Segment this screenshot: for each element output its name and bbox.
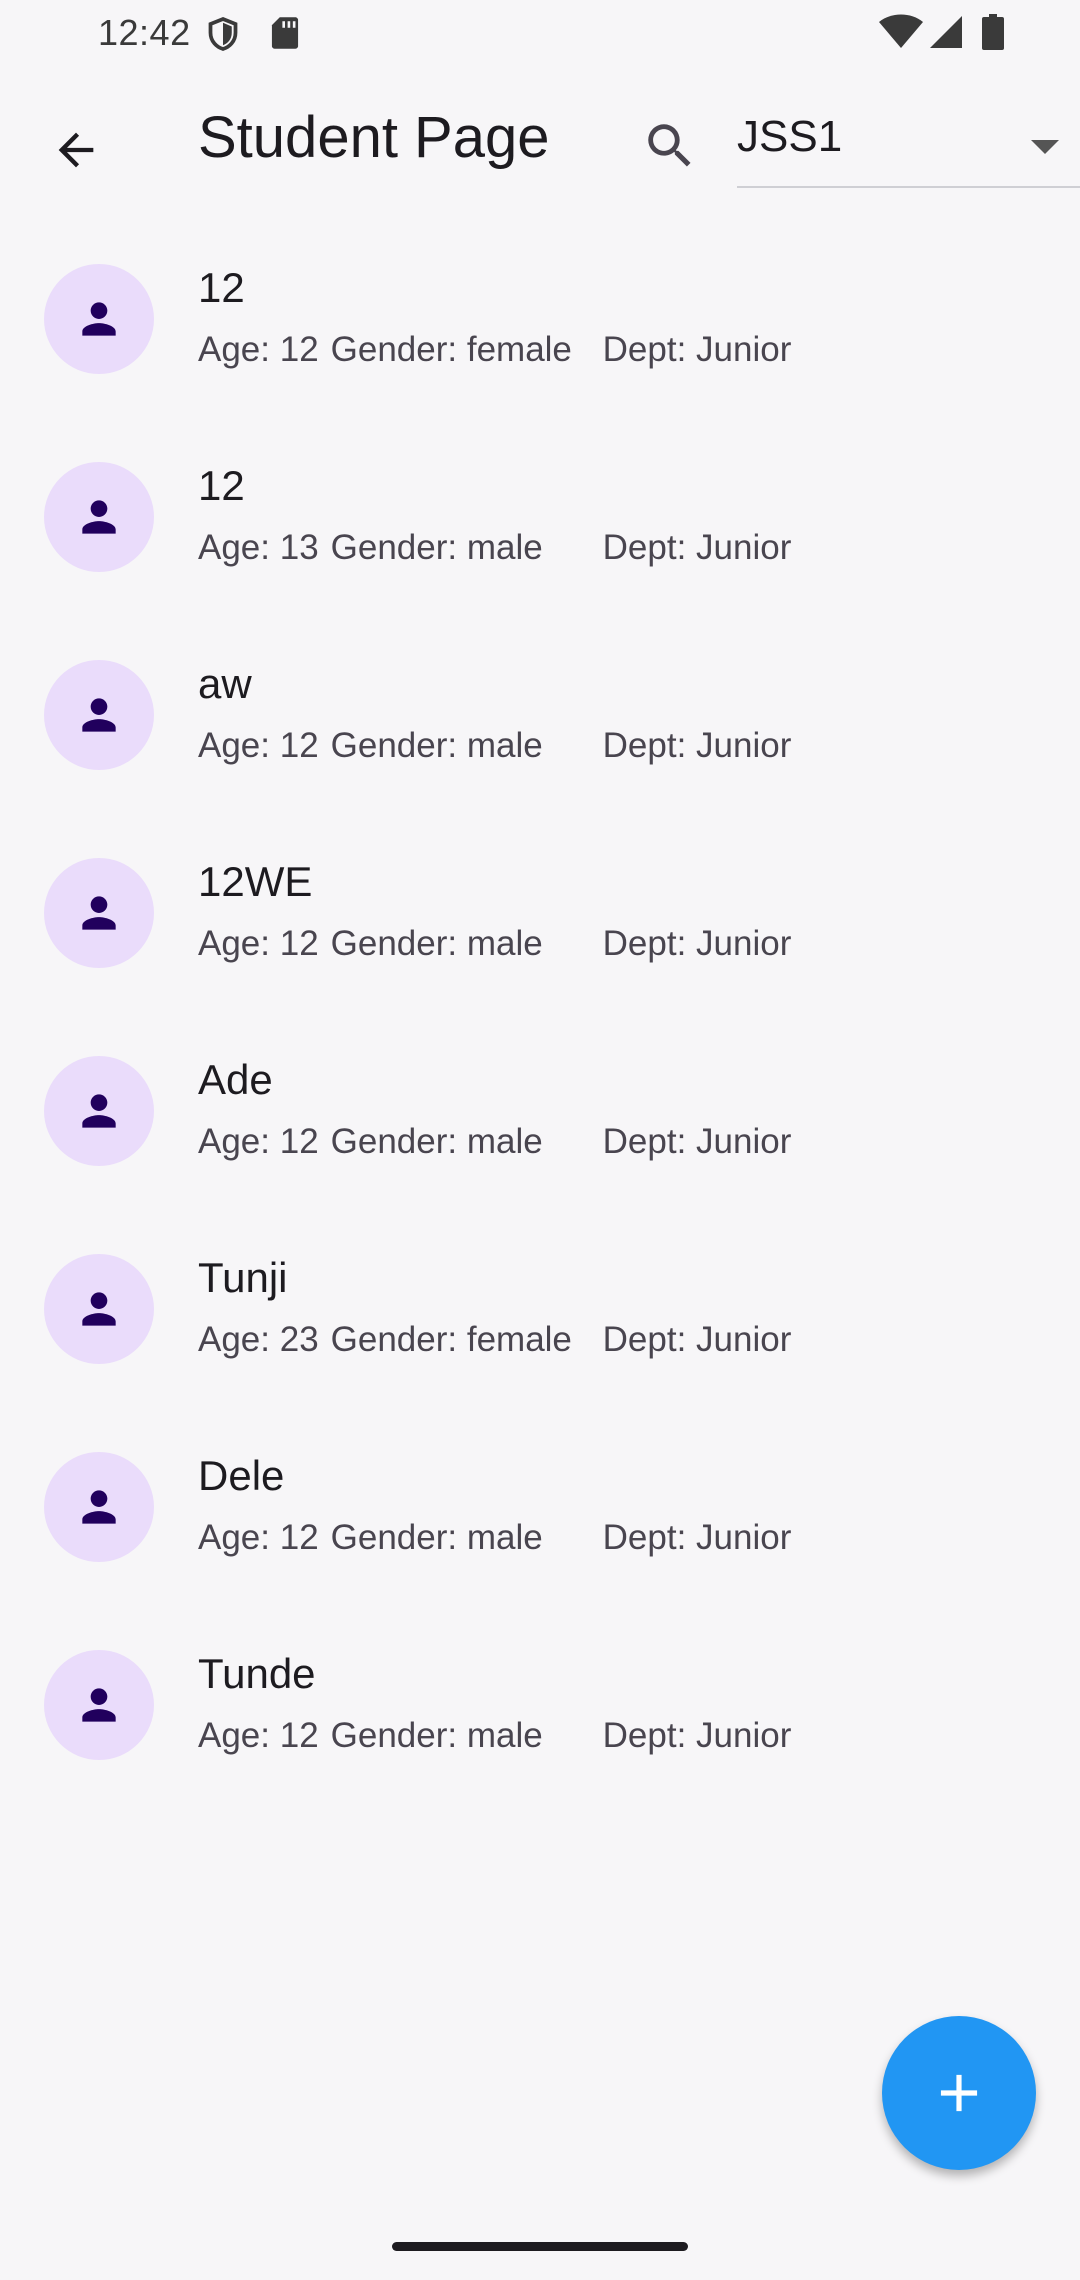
student-name: Dele <box>198 1452 285 1499</box>
person-icon <box>82 302 116 336</box>
student-dept: Dept: Junior <box>602 1122 792 1161</box>
student-age: Age: 13 <box>198 528 319 567</box>
shield-icon <box>208 16 238 51</box>
student-name: Ade <box>198 1056 273 1103</box>
student-dept: Dept: Junior <box>602 1518 792 1557</box>
student-details: Age: 12 Gender: male Dept: Junior <box>198 1122 791 1162</box>
avatar <box>44 1650 154 1760</box>
person-icon <box>82 1490 116 1524</box>
person-icon <box>82 698 116 732</box>
student-name: aw <box>198 660 252 707</box>
avatar <box>44 264 154 374</box>
student-gender: Gender: male <box>330 1716 543 1755</box>
student-gender: Gender: female <box>330 330 572 369</box>
search-icon <box>648 124 691 167</box>
student-dept: Dept: Junior <box>602 528 792 567</box>
home-indicator[interactable] <box>392 2242 688 2251</box>
student-gender: Gender: male <box>330 1518 543 1557</box>
student-gender: Gender: male <box>330 528 543 567</box>
student-dept: Dept: Junior <box>602 726 792 765</box>
student-list: 12 Age: 12 Gender: female Dept: Junior 12 … <box>0 240 1080 1824</box>
add-icon <box>940 2074 978 2112</box>
signal-icon <box>930 16 962 48</box>
student-name: 12 <box>198 462 245 509</box>
battery-icon <box>982 14 1004 50</box>
student-name: Tunde <box>198 1650 316 1697</box>
wifi-icon <box>879 14 923 48</box>
student-age: Age: 12 <box>198 330 319 369</box>
add-student-button[interactable] <box>882 2016 1036 2170</box>
student-list-item[interactable]: 12WE Age: 12 Gender: male Dept: Junior <box>0 834 1080 1032</box>
student-age: Age: 12 <box>198 1518 319 1557</box>
status-time: 12:42 <box>98 12 191 53</box>
status-bar: 12:42 <box>0 0 1080 66</box>
student-list-item[interactable]: Dele Age: 12 Gender: male Dept: Junior <box>0 1428 1080 1626</box>
student-list-item[interactable]: Ade Age: 12 Gender: male Dept: Junior <box>0 1032 1080 1230</box>
arrow-back-icon <box>58 132 94 168</box>
student-age: Age: 23 <box>198 1320 319 1359</box>
app-bar: Student Page JSS1 <box>0 66 1080 216</box>
avatar <box>44 1452 154 1562</box>
dropdown-arrow-icon <box>1031 140 1059 154</box>
student-dept: Dept: Junior <box>602 1320 792 1359</box>
student-name: 12WE <box>198 858 313 905</box>
student-list-item[interactable]: Tunde Age: 12 Gender: male Dept: Junior <box>0 1626 1080 1824</box>
student-gender: Gender: male <box>330 726 543 765</box>
person-icon <box>82 896 116 930</box>
student-age: Age: 12 <box>198 924 319 963</box>
page-title: Student Page <box>198 105 550 170</box>
student-details: Age: 12 Gender: female Dept: Junior <box>198 330 791 370</box>
class-dropdown[interactable]: JSS1 <box>737 100 1080 188</box>
student-details: Age: 12 Gender: male Dept: Junior <box>198 1518 791 1558</box>
back-button[interactable] <box>36 110 116 190</box>
student-list-item[interactable]: aw Age: 12 Gender: male Dept: Junior <box>0 636 1080 834</box>
search-button[interactable] <box>634 110 706 182</box>
student-age: Age: 12 <box>198 1716 319 1755</box>
student-details: Age: 12 Gender: male Dept: Junior <box>198 924 791 964</box>
student-dept: Dept: Junior <box>602 1716 792 1755</box>
avatar <box>44 858 154 968</box>
student-page-screen: 12:42 Student Page JSS1 12 Age: 12 Gende… <box>0 0 1080 2280</box>
student-name: 12 <box>198 264 245 311</box>
student-gender: Gender: male <box>330 1122 543 1161</box>
sd-card-icon <box>271 17 299 49</box>
student-details: Age: 23 Gender: female Dept: Junior <box>198 1320 791 1360</box>
student-list-item[interactable]: 12 Age: 12 Gender: female Dept: Junior <box>0 240 1080 438</box>
student-details: Age: 12 Gender: male Dept: Junior <box>198 1716 791 1756</box>
student-details: Age: 12 Gender: male Dept: Junior <box>198 726 791 766</box>
student-list-item[interactable]: Tunji Age: 23 Gender: female Dept: Junior <box>0 1230 1080 1428</box>
student-age: Age: 12 <box>198 1122 319 1161</box>
student-age: Age: 12 <box>198 726 319 765</box>
person-icon <box>82 1688 116 1722</box>
avatar <box>44 660 154 770</box>
student-dept: Dept: Junior <box>602 330 792 369</box>
avatar <box>44 1254 154 1364</box>
student-list-item[interactable]: 12 Age: 13 Gender: male Dept: Junior <box>0 438 1080 636</box>
student-name: Tunji <box>198 1254 288 1301</box>
student-gender: Gender: male <box>330 924 543 963</box>
student-details: Age: 13 Gender: male Dept: Junior <box>198 528 791 568</box>
person-icon <box>82 500 116 534</box>
avatar <box>44 462 154 572</box>
person-icon <box>82 1292 116 1326</box>
student-dept: Dept: Junior <box>602 924 792 963</box>
person-icon <box>82 1094 116 1128</box>
class-dropdown-value: JSS1 <box>737 112 843 161</box>
student-gender: Gender: female <box>330 1320 572 1359</box>
avatar <box>44 1056 154 1166</box>
